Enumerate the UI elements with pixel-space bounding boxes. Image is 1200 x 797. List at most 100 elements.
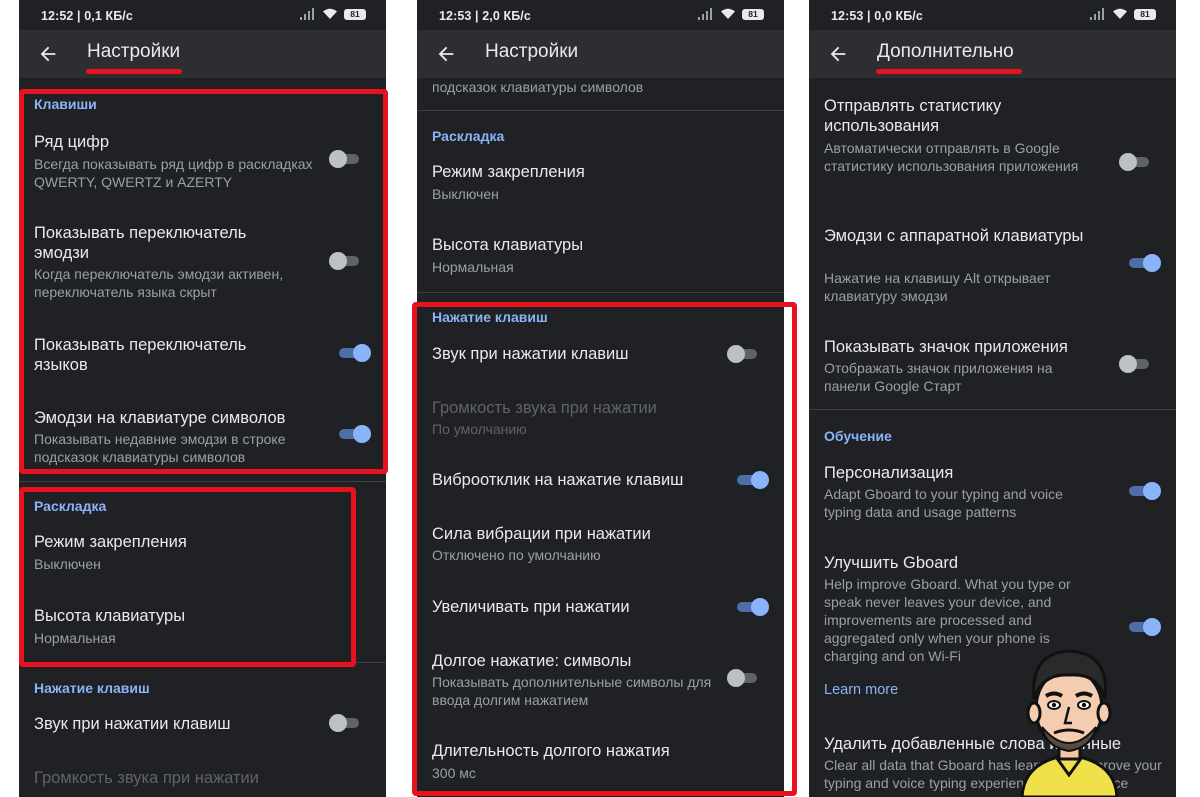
back-arrow-icon[interactable] [435, 43, 457, 65]
wifi-icon [721, 8, 735, 19]
battery-icon: 81 [1134, 8, 1156, 20]
setting-key-sound[interactable]: Звук при нажатии клавиш [19, 714, 386, 754]
setting-lock-mode[interactable]: Режим закрепления Выключен [417, 162, 784, 212]
setting-subtitle: Отключено по умолчанию [432, 547, 601, 563]
setting-subtitle: Нажатие на клавишу Alt открывает клавиат… [824, 270, 1051, 304]
setting-title: Улучшить Gboard [824, 554, 959, 572]
setting-usage-stats[interactable]: Отправлять статистику использования Авто… [809, 96, 1176, 196]
signal-icon [698, 8, 712, 20]
status-bar: 12:53 | 0,0 КБ/с 81 [809, 0, 1176, 30]
setting-title: Эмодзи с аппаратной клавиатуры [824, 227, 1084, 245]
divider [417, 292, 784, 293]
toggle-magnify-on-press[interactable] [735, 597, 769, 617]
setting-subtitle: Автоматически отправлять в Google статис… [824, 140, 1079, 174]
setting-title: Сила вибрации при нажатии [432, 525, 651, 543]
setting-subtitle: По умолчанию [432, 421, 527, 437]
wifi-icon [323, 8, 337, 19]
wifi-icon [1113, 8, 1127, 19]
setting-title: Показывать переключатель эмодзи [34, 224, 247, 262]
battery-icon: 81 [742, 8, 764, 20]
setting-emoji-switch[interactable]: Показывать переключатель эмодзи Когда пе… [19, 220, 386, 310]
setting-lock-mode[interactable]: Режим закрепления Выключен [19, 532, 386, 582]
signal-icon [300, 8, 314, 20]
toggle-key-sound[interactable] [329, 713, 363, 733]
status-bar: 12:53 | 2,0 КБ/с 81 [417, 0, 784, 30]
section-header-layout: Раскладка [432, 128, 505, 144]
setting-title: Эмодзи на клавиатуре символов [34, 409, 286, 427]
setting-long-press-delay[interactable]: Длительность долгого нажатия 300 мс [417, 741, 784, 791]
divider [809, 409, 1176, 410]
toggle-vibration[interactable] [735, 470, 769, 490]
section-header-keypress: Нажатие клавиш [34, 680, 150, 696]
setting-title: Отправлять статистику использования [824, 97, 1002, 135]
setting-subtitle: Выключен [432, 186, 499, 202]
page-title: Настройки [485, 41, 579, 62]
status-time: 12:53 | 0,0 КБ/с [831, 9, 923, 23]
section-header-keypress: Нажатие клавиш [432, 309, 548, 325]
setting-keyboard-height[interactable]: Высота клавиатуры Нормальная [19, 606, 386, 656]
status-time: 12:53 | 2,0 КБ/с [439, 9, 531, 23]
setting-title: Режим закрепления [432, 163, 585, 181]
setting-subtitle: Нормальная [34, 630, 116, 646]
section-header-layout: Раскладка [34, 498, 107, 514]
setting-title: Режим закрепления [34, 533, 187, 551]
setting-title: Звук при нажатии клавиш [34, 715, 231, 733]
setting-app-icon[interactable]: Показывать значок приложения Отображать … [809, 337, 1176, 397]
setting-subtitle: Показывать недавние эмодзи в строке подс… [34, 431, 286, 465]
toggle-improve-gboard[interactable] [1127, 617, 1161, 637]
toggle-usage-stats[interactable] [1119, 152, 1153, 172]
back-arrow-icon[interactable] [37, 43, 59, 65]
setting-title: Персонализация [824, 464, 954, 482]
setting-title: Показывать значок приложения [824, 338, 1068, 356]
toggle-app-icon[interactable] [1119, 354, 1153, 374]
setting-title: Ряд цифр [34, 133, 110, 151]
setting-sound-volume: Громкость звука при нажатии По умолчанию [417, 398, 784, 448]
toggle-number-row[interactable] [329, 149, 363, 169]
setting-title: Показывать переключатель языков [34, 336, 247, 374]
setting-subtitle: Adapt Gboard to your typing and voice ty… [824, 486, 1063, 520]
back-arrow-icon[interactable] [827, 43, 849, 65]
divider [19, 662, 386, 663]
cartoon-avatar-icon [1020, 649, 1119, 797]
setting-subtitle-fragment: подсказок клавиатуры символов [432, 79, 644, 95]
setting-vibration-strength[interactable]: Сила вибрации при нажатии Отключено по у… [417, 524, 784, 574]
setting-title: Звук при нажатии клавиш [432, 345, 629, 363]
setting-keyboard-height[interactable]: Высота клавиатуры Нормальная [417, 235, 784, 285]
toggle-emoji-switch[interactable] [329, 251, 363, 271]
screenshot-settings-2: 12:53 | 2,0 КБ/с 81 Настройки подсказок … [417, 0, 784, 797]
setting-subtitle: Нормальная [432, 259, 514, 275]
setting-long-press-symbols[interactable]: Долгое нажатие: символы Показывать допол… [417, 651, 784, 711]
setting-title: Высота клавиатуры [34, 607, 186, 625]
setting-magnify-on-press[interactable]: Увеличивать при нажатии [417, 597, 784, 637]
setting-subtitle: Когда переключатель эмодзи активен, пере… [34, 266, 284, 300]
setting-sound-volume: Громкость звука при нажатии [19, 768, 386, 797]
toggle-emoji-symbols[interactable] [337, 424, 371, 444]
setting-key-sound[interactable]: Звук при нажатии клавиш [417, 344, 784, 384]
signal-icon [1090, 8, 1104, 20]
toggle-long-press-symbols[interactable] [727, 668, 761, 688]
learn-more-link[interactable]: Learn more [824, 682, 898, 698]
toggle-personalization[interactable] [1127, 481, 1161, 501]
page-title: Настройки [87, 41, 181, 62]
setting-subtitle: Выключен [34, 556, 101, 572]
setting-vibration[interactable]: Виброотклик на нажатие клавиш [417, 470, 784, 510]
setting-title: Долгое нажатие: символы [432, 652, 632, 670]
toggle-language-switch[interactable] [337, 343, 371, 363]
setting-language-switch[interactable]: Показывать переключатель языков [19, 332, 386, 382]
status-time: 12:52 | 0,1 КБ/с [41, 9, 133, 23]
status-bar: 12:52 | 0,1 КБ/с 81 [19, 0, 386, 30]
setting-number-row[interactable]: Ряд цифр Всегда показывать ряд цифр в ра… [19, 128, 386, 198]
setting-title: Увеличивать при нажатии [432, 598, 630, 616]
setting-emoji-symbols[interactable]: Эмодзи на клавиатуре символов Показывать… [19, 406, 386, 466]
divider [19, 481, 386, 482]
setting-title: Высота клавиатуры [432, 236, 584, 254]
setting-title: Длительность долгого нажатия [432, 742, 670, 760]
setting-title: Громкость звука при нажатии [432, 399, 657, 417]
setting-personalization[interactable]: Персонализация Adapt Gboard to your typi… [809, 463, 1176, 523]
page-title: Дополнительно [877, 41, 1014, 62]
toggle-key-sound[interactable] [727, 344, 761, 364]
setting-hardware-emoji[interactable]: Эмодзи с аппаратной клавиатуры Нажатие н… [809, 226, 1176, 306]
app-bar: Дополнительно [809, 30, 1176, 78]
toggle-hardware-emoji[interactable] [1127, 253, 1161, 273]
battery-icon: 81 [344, 8, 366, 20]
